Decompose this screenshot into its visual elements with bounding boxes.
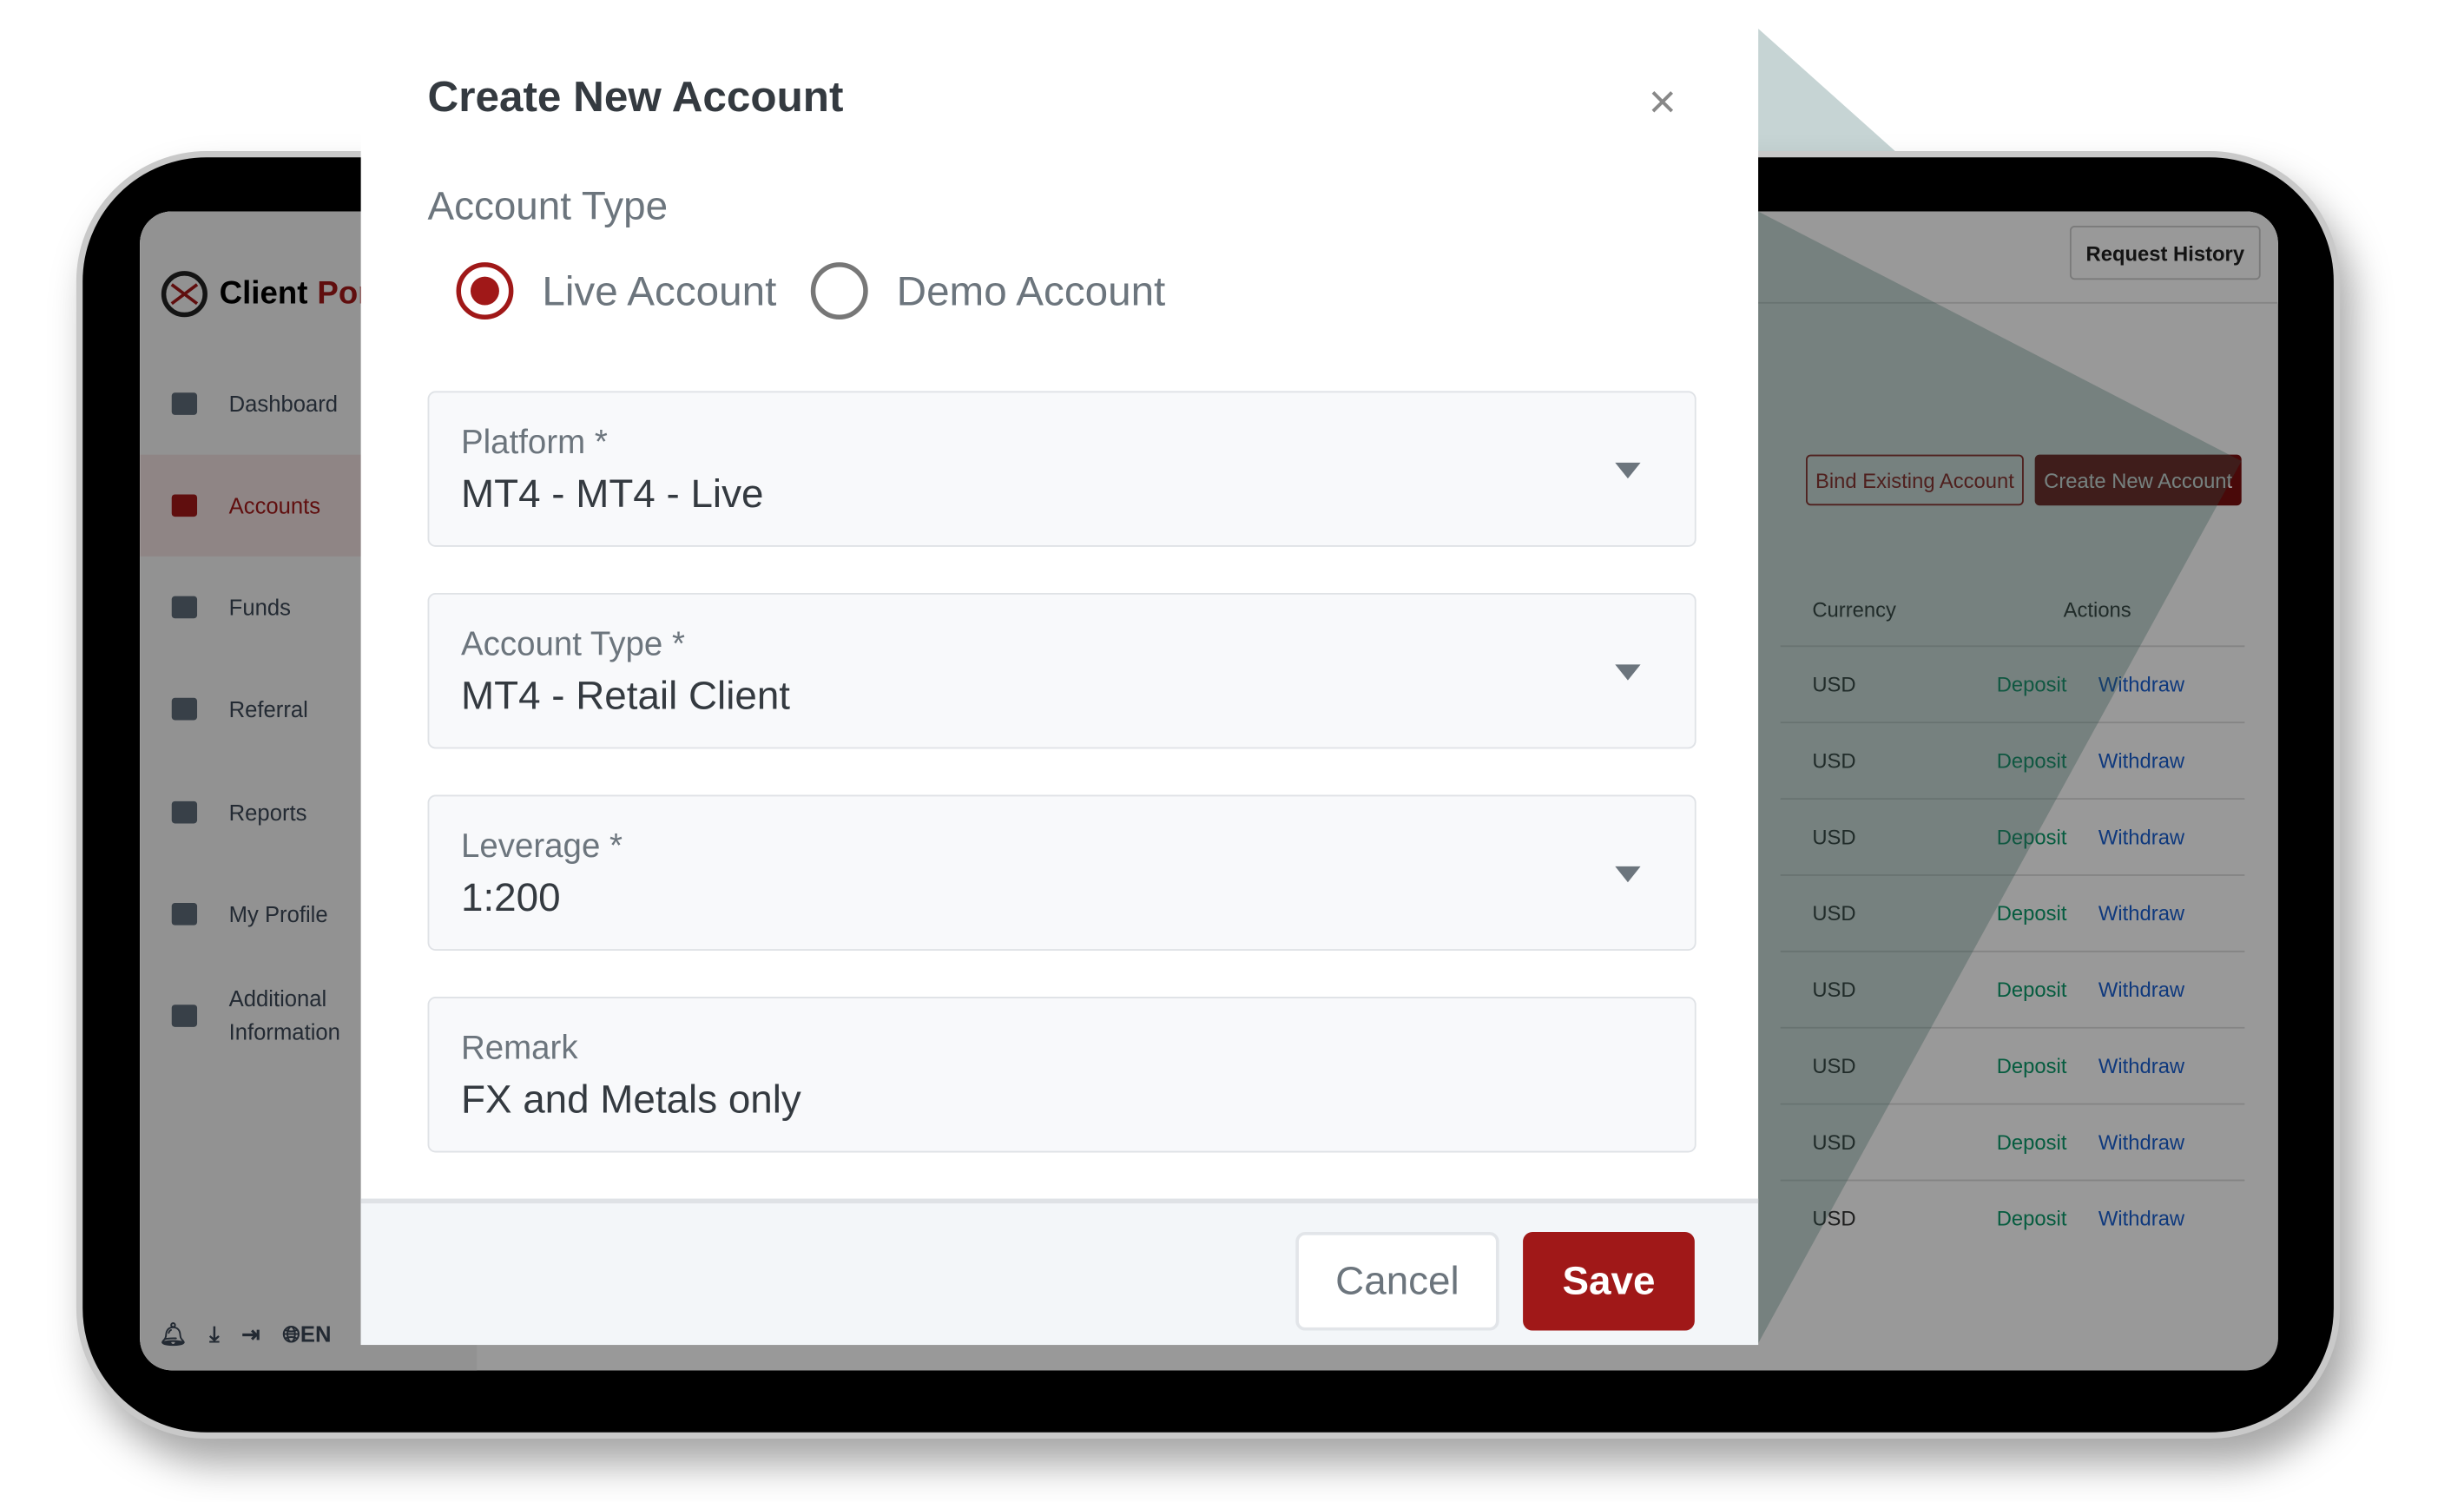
radio-unchecked-icon (810, 262, 868, 320)
modal-title: Create New Account (427, 73, 844, 122)
caret-down-icon (1615, 664, 1641, 681)
save-button[interactable]: Save (1523, 1232, 1695, 1331)
radio-demo-account[interactable]: Demo Account (810, 262, 1165, 320)
account-type-label: Account Type (427, 184, 669, 229)
radio-live-account[interactable]: Live Account (456, 262, 776, 320)
cancel-button[interactable]: Cancel (1295, 1232, 1499, 1331)
close-icon[interactable]: × (1649, 76, 1677, 130)
platform-select[interactable]: Platform * MT4 - MT4 - Live (427, 391, 1696, 547)
radio-checked-icon (456, 262, 514, 320)
caret-down-icon (1615, 866, 1641, 883)
remark-input[interactable]: Remark FX and Metals only (427, 997, 1696, 1153)
create-account-modal: Create New Account × Account Type Live A… (360, 28, 1759, 1346)
leverage-select[interactable]: Leverage * 1:200 (427, 794, 1696, 951)
modal-footer: Cancel Save (360, 1198, 1759, 1346)
account-type-select[interactable]: Account Type * MT4 - Retail Client (427, 592, 1696, 749)
caret-down-icon (1615, 462, 1641, 479)
